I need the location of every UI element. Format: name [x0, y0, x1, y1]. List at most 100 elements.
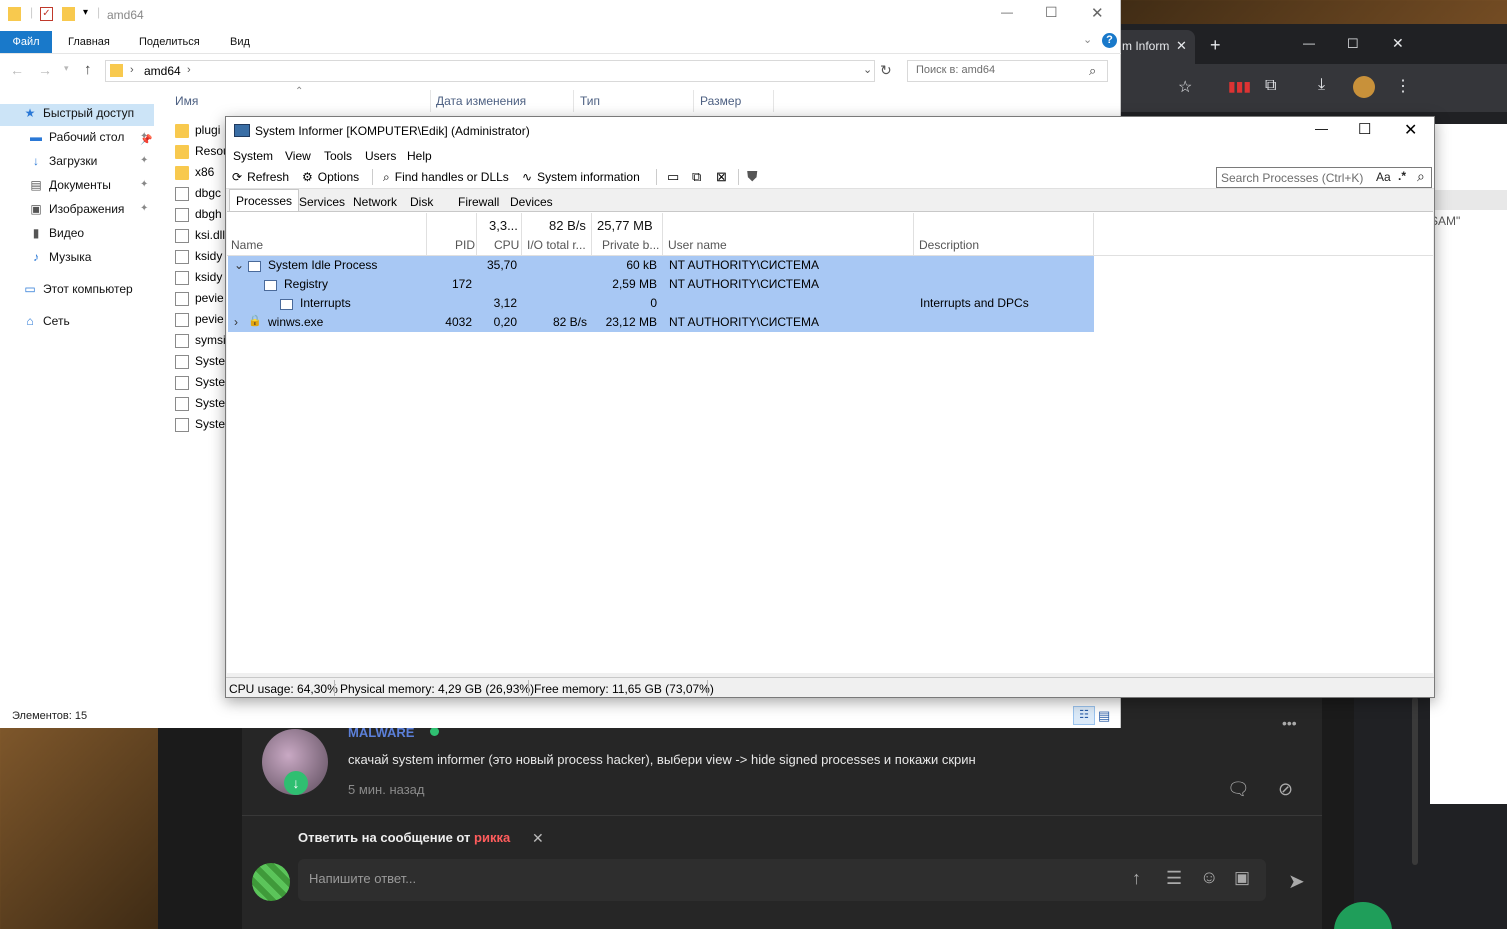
back-icon[interactable]: ←: [10, 62, 24, 78]
close-icon[interactable]: ✕: [1392, 35, 1404, 52]
col-pid[interactable]: PID: [455, 238, 475, 252]
regex-toggle[interactable]: .*: [1398, 169, 1406, 183]
process-row[interactable]: › 🔒 winws.exe 4032 0,20 82 B/s 23,12 MB NT AUTH…: [228, 313, 1094, 332]
nav-item[interactable]: ▣ Изображения: [28, 198, 124, 220]
more-options-icon[interactable]: •••: [1282, 715, 1297, 731]
breadcrumb-chevron-icon[interactable]: ›: [187, 64, 191, 76]
nav-item[interactable]: ⌂ Сеть: [22, 310, 69, 332]
shield-icon[interactable]: ⛊: [747, 168, 758, 185]
tab-disk[interactable]: Disk: [403, 191, 440, 211]
tab-firewall[interactable]: Firewall: [451, 191, 506, 211]
large-icons-view-icon[interactable]: ▤: [1098, 708, 1110, 724]
hide-eye-icon[interactable]: ⊘: [1278, 779, 1293, 800]
system-information-button[interactable]: ∿ System information: [522, 170, 640, 184]
upload-arrow-icon[interactable]: ↑: [1132, 868, 1141, 889]
menu-system[interactable]: System: [233, 149, 273, 163]
chat-scrollbar[interactable]: [1412, 697, 1418, 865]
search-icon[interactable]: ⌕: [1089, 63, 1096, 79]
tab-services[interactable]: Services: [292, 191, 352, 211]
col-cpu[interactable]: CPU: [494, 238, 519, 252]
process-search-input[interactable]: Search Processes (Ctrl+K) Aa .* ⌕: [1216, 167, 1432, 188]
close-icon[interactable]: ✕: [1091, 4, 1104, 22]
up-icon[interactable]: ↑: [84, 61, 92, 78]
chrome-tab[interactable]: m Inform ✕: [1120, 30, 1195, 64]
nav-item[interactable]: ★ Быстрый доступ: [22, 102, 135, 124]
profile-avatar[interactable]: [1353, 76, 1375, 98]
menu-tools[interactable]: Tools: [324, 149, 352, 163]
chrome-tab-close-icon[interactable]: ✕: [1176, 38, 1187, 54]
forward-icon[interactable]: →: [38, 62, 52, 78]
chrome-menu-icon[interactable]: ⋮: [1395, 76, 1411, 96]
quick-access-dropdown-icon[interactable]: ▾: [83, 7, 88, 18]
file-item[interactable]: plugi: [175, 120, 220, 141]
file-item[interactable]: ksi.dll: [175, 225, 225, 246]
column-type[interactable]: Тип: [580, 94, 600, 108]
minimize-icon[interactable]: —: [1001, 5, 1013, 19]
file-item[interactable]: x86: [175, 162, 214, 183]
process-row[interactable]: Registry 172 2,59 MB NT AUTHORITY\СИСТЕМА: [228, 275, 1094, 294]
file-item[interactable]: ksidy: [175, 246, 222, 267]
list-format-icon[interactable]: ☰: [1166, 868, 1182, 889]
tab-devices[interactable]: Devices: [503, 191, 560, 211]
ribbon-tab-share[interactable]: Поделиться: [139, 36, 200, 48]
image-icon[interactable]: ▣: [1234, 868, 1250, 888]
nav-item[interactable]: ↓ Загрузки: [28, 150, 97, 172]
search-icon[interactable]: ⌕: [1417, 168, 1425, 185]
refresh-button[interactable]: ⟳ Refresh: [232, 170, 289, 184]
breadcrumb-chevron-icon[interactable]: ›: [130, 64, 134, 76]
reply-comment-icon[interactable]: 🗨: [1227, 779, 1250, 800]
explorer-search-input[interactable]: Поиск в: amd64 ⌕: [907, 60, 1108, 82]
ribbon-expand-icon[interactable]: ⌄: [1083, 33, 1092, 46]
col-name[interactable]: Name: [231, 238, 263, 252]
recent-dropdown-icon[interactable]: ▾: [64, 63, 69, 74]
window-icon[interactable]: ▭: [667, 169, 679, 185]
match-case-toggle[interactable]: Aa: [1376, 170, 1391, 184]
file-item[interactable]: ksidy: [175, 267, 222, 288]
nav-item[interactable]: ▬ Рабочий стол: [28, 126, 124, 148]
file-item[interactable]: Syster: [175, 351, 229, 372]
find-handles-button[interactable]: ⌕ Find handles or DLLs: [383, 170, 509, 185]
column-size[interactable]: Размер: [700, 94, 741, 108]
kill-window-icon[interactable]: ⊠: [716, 169, 727, 185]
process-row[interactable]: ⌄ System Idle Process 35,70 60 kB NT AUTHORI…: [228, 256, 1094, 275]
options-button[interactable]: ⚙ Options: [302, 170, 359, 184]
address-text[interactable]: amd64: [144, 64, 181, 78]
new-tab-button[interactable]: +: [1210, 35, 1221, 56]
bookmark-star-icon[interactable]: ☆: [1178, 77, 1192, 97]
new-folder-icon[interactable]: [62, 7, 75, 21]
file-item[interactable]: dbgc: [175, 183, 221, 204]
minimize-icon[interactable]: —: [1303, 36, 1315, 50]
nav-item[interactable]: ▮ Видео: [28, 222, 84, 244]
file-item[interactable]: Resou: [175, 141, 230, 162]
file-item[interactable]: Syster: [175, 393, 229, 414]
menu-view[interactable]: View: [285, 149, 311, 163]
process-row[interactable]: Interrupts 3,12 0 Interrupts and DPCs: [228, 294, 1094, 313]
minimize-icon[interactable]: —: [1315, 121, 1328, 136]
emoji-icon[interactable]: ☺: [1200, 867, 1218, 888]
maximize-icon[interactable]: ☐: [1347, 36, 1359, 52]
col-private[interactable]: Private b...: [602, 238, 659, 252]
file-item[interactable]: symsi: [175, 330, 226, 351]
maximize-icon[interactable]: ☐: [1358, 120, 1371, 138]
nav-item[interactable]: ♪ Музыка: [28, 246, 91, 268]
file-item[interactable]: dbgh: [175, 204, 222, 225]
properties-icon[interactable]: ✓: [40, 7, 53, 21]
send-icon[interactable]: ➤: [1288, 869, 1305, 894]
address-bar[interactable]: › amd64 › ⌄: [105, 60, 875, 82]
extension-audio-icon[interactable]: ▮▮▮: [1228, 78, 1251, 95]
nav-item[interactable]: ▤ Документы: [28, 174, 111, 196]
col-user[interactable]: User name: [668, 238, 727, 252]
tab-processes[interactable]: Processes: [229, 189, 300, 212]
nav-item[interactable]: ▭ Этот компьютер: [22, 278, 132, 300]
menu-users[interactable]: Users: [365, 149, 396, 163]
maximize-icon[interactable]: ☐: [1045, 4, 1058, 21]
address-dropdown-icon[interactable]: ⌄: [863, 63, 872, 76]
file-item[interactable]: Syster: [175, 372, 229, 393]
close-icon[interactable]: ✕: [1404, 120, 1417, 140]
expand-chevron-icon[interactable]: ›: [234, 315, 238, 329]
column-date[interactable]: Дата изменения: [436, 94, 526, 108]
download-icon[interactable]: ⤓: [1318, 76, 1325, 94]
reply-input[interactable]: Напишите ответ... ↑ ☰ ☺ ▣: [298, 859, 1266, 901]
column-name[interactable]: Имя: [175, 94, 198, 108]
collapse-chevron-icon[interactable]: ⌄: [234, 258, 244, 272]
